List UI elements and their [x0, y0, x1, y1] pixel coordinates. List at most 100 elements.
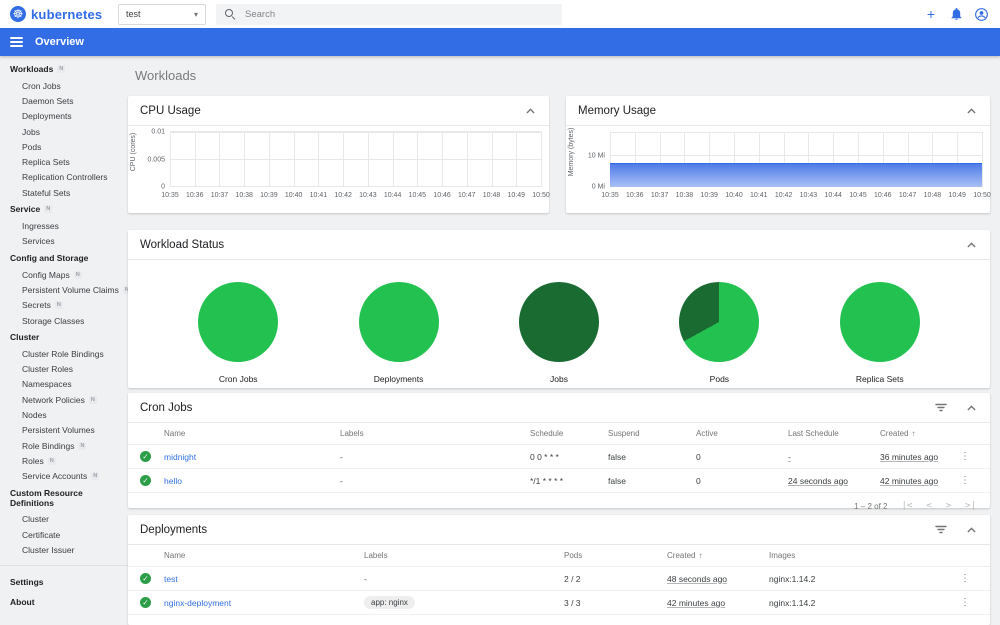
sidebar-item-roles[interactable]: Roles N [0, 453, 128, 468]
sidebar-item-label: Cron Jobs [22, 80, 61, 91]
sidebar-section-custom-resource-definitions[interactable]: Custom Resource Definitions [0, 484, 128, 512]
column-header-name[interactable]: Name [164, 429, 340, 438]
sidebar-item-cron-jobs[interactable]: Cron Jobs [0, 78, 128, 93]
sidebar-item-services[interactable]: Services [0, 234, 128, 249]
x-axis-tick-label: 10:39 [260, 192, 278, 199]
chart-gridline [170, 186, 541, 187]
collapse-card-icon[interactable] [964, 238, 978, 252]
y-axis-tick-label: 0.01 [151, 128, 165, 136]
y-axis-tick-label: 0.005 [147, 156, 165, 163]
name-link[interactable]: test [164, 574, 178, 584]
collapse-card-icon[interactable] [523, 104, 537, 118]
menu-icon[interactable] [10, 36, 23, 48]
sidebar-item-cluster-roles[interactable]: Cluster Roles [0, 361, 128, 376]
sidebar-item-network-policies[interactable]: Network Policies N [0, 392, 128, 407]
sidebar-item-namespaces[interactable]: Namespaces [0, 377, 128, 392]
sidebar-item-role-bindings[interactable]: Role Bindings N [0, 438, 128, 453]
previous-page-icon[interactable]: < [926, 501, 931, 511]
sidebar-item-config-maps[interactable]: Config Maps N [0, 267, 128, 282]
created-link[interactable]: 42 minutes ago [667, 598, 725, 608]
filter-icon[interactable] [934, 401, 948, 415]
sidebar-section-config-and-storage[interactable]: Config and Storage [0, 249, 128, 267]
column-header-labels[interactable]: Labels [340, 429, 530, 438]
kebab-menu-icon[interactable]: ⋮ [958, 475, 978, 486]
column-header-created[interactable]: Created ↑ [667, 551, 769, 560]
kebab-menu-icon[interactable]: ⋮ [958, 451, 978, 462]
sidebar-section-service[interactable]: Service N [0, 200, 128, 218]
sidebar-item-deployments[interactable]: Deployments [0, 109, 128, 124]
sidebar-item-pods[interactable]: Pods [0, 139, 128, 154]
x-axis-tick-label: 10:45 [408, 192, 427, 199]
column-header-schedule[interactable]: Schedule [530, 429, 608, 438]
sidebar-item-service-accounts[interactable]: Service Accounts N [0, 469, 128, 484]
namespace-selector[interactable]: test ▾ [118, 3, 206, 25]
column-header-suspend[interactable]: Suspend [608, 429, 696, 438]
kebab-menu-icon[interactable]: ⋮ [958, 573, 978, 584]
kebab-menu-icon[interactable]: ⋮ [958, 597, 978, 608]
name-link[interactable]: midnight [164, 452, 196, 462]
collapse-card-icon[interactable] [964, 104, 978, 118]
sidebar-item-cluster[interactable]: Cluster [0, 512, 128, 527]
plus-icon[interactable]: + [924, 6, 938, 22]
sidebar-item-ingresses[interactable]: Ingresses [0, 218, 128, 233]
name-link[interactable]: nginx-deployment [164, 598, 231, 608]
workload-status-card: Workload Status Cron Jobs Deployments Jobs… [128, 230, 990, 388]
search-input[interactable]: Search [216, 3, 562, 25]
x-axis-tick-label: 10:48 [923, 192, 942, 199]
sidebar-item-secrets[interactable]: Secrets N [0, 298, 128, 313]
column-header-active[interactable]: Active [696, 429, 788, 438]
sidebar-item-cluster-role-bindings[interactable]: Cluster Role Bindings [0, 346, 128, 361]
last-page-icon[interactable]: >| [965, 501, 976, 511]
x-axis-tick-label: 10:47 [898, 192, 917, 199]
created-link[interactable]: 36 minutes ago [880, 452, 938, 462]
cron-jobs-table: Name Labels Schedule Suspend Active Last Sche… [128, 423, 990, 493]
sidebar-item-stateful-sets[interactable]: Stateful Sets [0, 185, 128, 200]
cpu-usage-card: CPU Usage CPU (cores) 10:35 10:36 10:37 10:… [128, 96, 550, 213]
created-link[interactable]: 48 seconds ago [667, 574, 727, 584]
chart-gridline [982, 132, 983, 187]
column-header-last-schedule[interactable]: Last Schedule [788, 429, 880, 438]
column-header-pods[interactable]: Pods [564, 551, 667, 560]
workload-status-pie-deployments: Deployments [344, 282, 454, 384]
last_schedule-link[interactable]: 24 seconds ago [788, 476, 848, 486]
cron-jobs-card: Cron Jobs Name Labels Schedule Suspend Activ… [128, 393, 990, 511]
sidebar-item-cluster-issuer[interactable]: Cluster Issuer [0, 542, 128, 557]
next-page-icon[interactable]: > [946, 501, 951, 511]
sidebar-item-jobs[interactable]: Jobs [0, 124, 128, 139]
status-cell: ✓ [140, 475, 164, 486]
sidebar-item-replication-controllers[interactable]: Replication Controllers [0, 170, 128, 185]
filter-icon[interactable] [934, 523, 948, 537]
sidebar-item-label: Deployments [22, 111, 72, 122]
table-row: ✓ hello - */1 * * * * false 0 24 seconds ago 42… [128, 469, 990, 493]
column-header-labels[interactable]: Labels [364, 551, 564, 560]
sidebar-item-storage-classes[interactable]: Storage Classes [0, 313, 128, 328]
last_schedule-link[interactable]: - [788, 452, 791, 462]
collapse-card-icon[interactable] [964, 401, 978, 415]
collapse-card-icon[interactable] [964, 523, 978, 537]
sidebar-item-label: Jobs [22, 126, 40, 137]
column-header-images[interactable]: Images [769, 551, 958, 560]
name-link[interactable]: hello [164, 476, 182, 486]
column-header-name[interactable]: Name [164, 551, 364, 560]
user-icon[interactable] [974, 7, 988, 21]
chart-gridline [244, 132, 246, 187]
sidebar-section-cluster[interactable]: Cluster [0, 328, 128, 346]
kubernetes-logo[interactable]: ☸ kubernetes [0, 6, 118, 22]
column-header-created[interactable]: Created ↑ [880, 429, 958, 438]
first-page-icon[interactable]: |< [901, 501, 912, 511]
sidebar-item-about[interactable]: About [0, 592, 128, 612]
bell-icon[interactable] [949, 7, 963, 21]
created-link[interactable]: 42 minutes ago [880, 476, 938, 486]
sidebar-item-daemon-sets[interactable]: Daemon Sets [0, 93, 128, 108]
sidebar-section-workloads[interactable]: Workloads N [0, 60, 128, 78]
x-axis-tick-label: 10:41 [750, 192, 768, 199]
sidebar-item-persistent-volumes[interactable]: Persistent Volumes [0, 423, 128, 438]
sidebar-item-replica-sets[interactable]: Replica Sets [0, 154, 128, 169]
sidebar-item-nodes[interactable]: Nodes [0, 407, 128, 422]
sidebar-item-settings[interactable]: Settings [0, 572, 128, 592]
table-header-row: Name Labels Schedule Suspend Active Last Sche… [128, 423, 990, 445]
sidebar-item-persistent-volume-claims[interactable]: Persistent Volume Claims N [0, 282, 128, 297]
cpu-usage-title: CPU Usage [140, 104, 201, 117]
sidebar-item-label: Network Policies [22, 394, 85, 405]
sidebar-item-certificate[interactable]: Certificate [0, 527, 128, 542]
